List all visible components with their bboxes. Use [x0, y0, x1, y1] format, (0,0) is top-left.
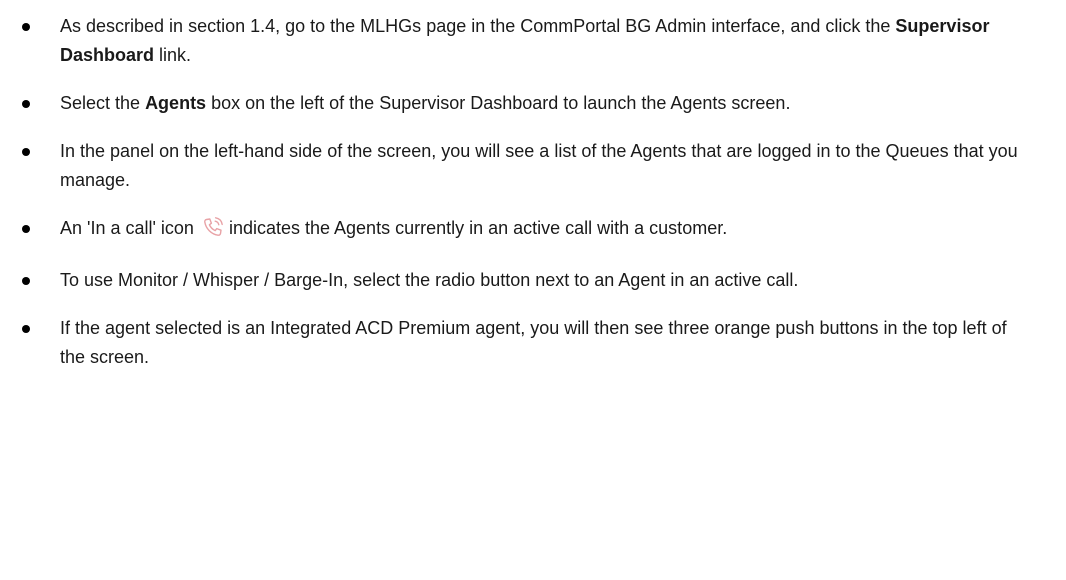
agents-box-name: Agents [145, 93, 207, 113]
instruction-text: In the panel on the left-hand side of th… [60, 141, 1018, 190]
instruction-text: To use Monitor / Whisper / Barge-In, sel… [60, 270, 799, 290]
instruction-list: As described in section 1.4, go to the M… [0, 12, 1026, 372]
instruction-text: link. [154, 45, 192, 65]
list-item: In the panel on the left-hand side of th… [0, 137, 1026, 195]
instruction-text: box on the left of the Supervisor Dashbo… [206, 93, 791, 113]
instruction-text: An 'In a call' icon [60, 218, 194, 238]
in-call-phone-icon [202, 216, 226, 247]
instruction-text: Select the [60, 93, 146, 113]
instruction-text: indicates the Agents currently in an act… [228, 218, 728, 238]
instruction-text: As described in section 1.4, go to the M… [60, 16, 896, 36]
list-item: Select the Agents box on the left of the… [0, 89, 1026, 118]
document-page: As described in section 1.4, go to the M… [0, 0, 1066, 580]
list-item: An 'In a call' icon indicates the Agents … [0, 214, 1026, 247]
list-item: If the agent selected is an Integrated A… [0, 314, 1026, 372]
instruction-text: If the agent selected is an Integrated A… [60, 318, 1007, 367]
list-item: As described in section 1.4, go to the M… [0, 12, 1026, 70]
list-item: To use Monitor / Whisper / Barge-In, sel… [0, 266, 1026, 295]
